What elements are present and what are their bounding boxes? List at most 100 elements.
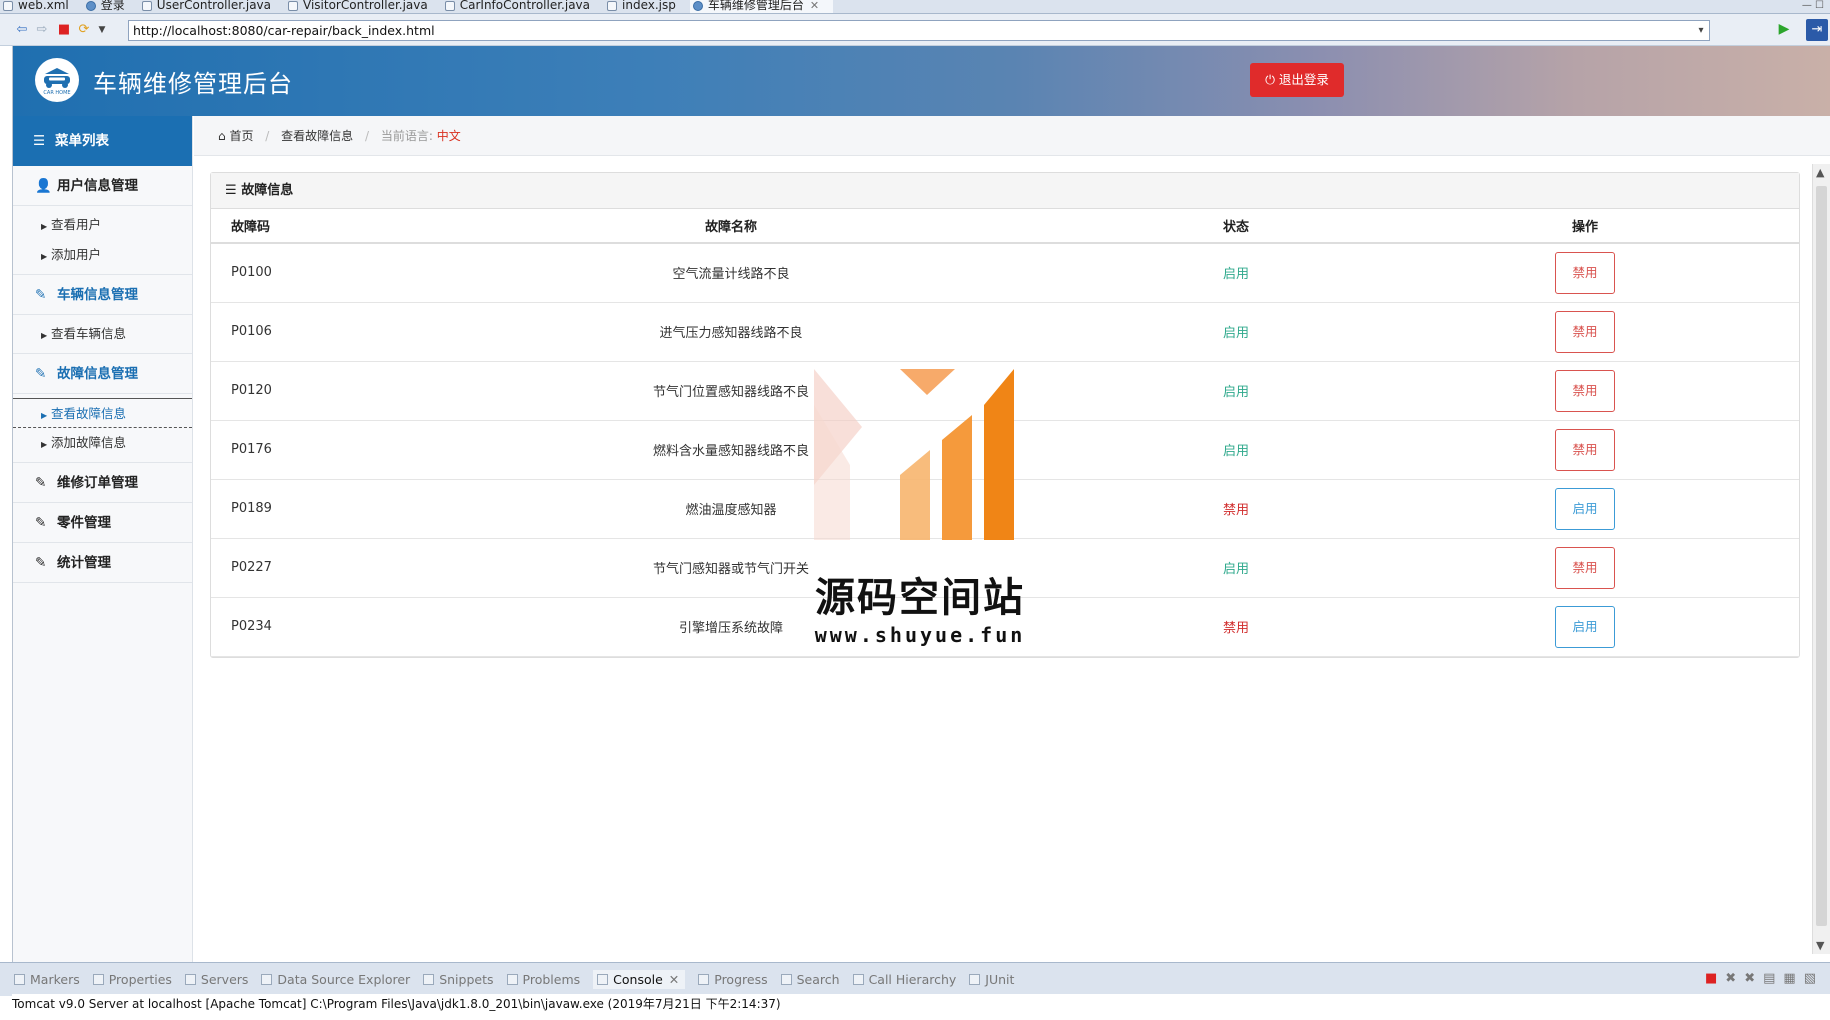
view-tab-console[interactable]: Console ✕ <box>593 970 686 989</box>
remove-all-icon[interactable]: ✖ <box>1744 971 1763 986</box>
servers-icon <box>184 974 196 985</box>
disable-button[interactable]: 禁用 <box>1555 310 1615 353</box>
disable-button[interactable]: 禁用 <box>1555 251 1615 294</box>
sidebar-item-view-faults[interactable]: ▶ 查看故障信息 <box>13 398 192 428</box>
view-tab-problems[interactable]: Problems <box>506 972 580 987</box>
sidebar-item-view-vehicles[interactable]: ▶ 查看车辆信息 <box>13 319 192 349</box>
refresh-icon[interactable]: ⟳ <box>76 22 92 38</box>
fault-table: 故障码 故障名称 状态 操作 P0100 空气流量计线路不良 启用 禁用 P01… <box>211 209 1799 657</box>
view-tab-properties[interactable]: Properties <box>92 972 172 987</box>
junit-icon <box>969 974 981 985</box>
view-tab-progress[interactable]: Progress <box>698 972 768 987</box>
fault-name: 燃料含水量感知器线路不良 <box>441 420 1021 480</box>
sidebar-group-repair-order[interactable]: ✎ 维修订单管理 <box>13 463 192 503</box>
editor-tab-web-xml[interactable]: web.xml <box>0 0 83 13</box>
caret-right-icon: ▶ <box>41 252 48 261</box>
logout-button[interactable]: ⏻ 退出登录 <box>1250 63 1344 97</box>
breadcrumb-home[interactable]: 首页 <box>229 129 253 143</box>
remove-launch-icon[interactable]: ✖ <box>1725 971 1744 986</box>
window-controls[interactable]: — ☐ <box>1802 0 1824 11</box>
fault-name: 空气流量计线路不良 <box>441 243 1021 303</box>
app-header: CAR HOME 车辆维修管理后台 ⏻ 退出登录 <box>13 46 1830 116</box>
sidebar-group-user[interactable]: 👤 用户信息管理 <box>13 166 192 206</box>
fault-status: 启用 <box>1021 538 1451 598</box>
close-icon[interactable]: ✕ <box>669 972 679 987</box>
view-tab-servers[interactable]: Servers <box>184 972 248 987</box>
console-icon <box>597 974 609 985</box>
disable-button[interactable]: 禁用 <box>1555 546 1615 589</box>
view-tab-data-source-explorer[interactable]: Data Source Explorer <box>261 972 410 987</box>
xml-file-icon <box>3 1 13 11</box>
disable-button[interactable]: 禁用 <box>1555 428 1615 471</box>
sidebar-item-view-users[interactable]: ▶ 查看用户 <box>13 210 192 240</box>
fault-code: P0120 <box>211 361 441 421</box>
sidebar-group-parts[interactable]: ✎ 零件管理 <box>13 503 192 543</box>
scrollbar-thumb[interactable] <box>1816 186 1827 926</box>
edit-icon: ✎ <box>35 475 47 491</box>
forward-arrow-icon[interactable]: ⇨ <box>34 22 50 38</box>
view-tab-markers[interactable]: Markers <box>14 972 80 987</box>
edit-icon: ✎ <box>35 555 47 571</box>
snippets-icon <box>423 974 435 985</box>
action-cell: 禁用 <box>1451 420 1799 480</box>
scroll-lock-icon[interactable]: ▦ <box>1783 971 1803 986</box>
fault-status: 禁用 <box>1021 479 1451 539</box>
vertical-scrollbar[interactable]: ▲ ▼ <box>1812 164 1830 954</box>
sidebar-sublist-fault: ▶ 查看故障信息 ▶ 添加故障信息 <box>13 394 192 463</box>
sidebar-group-fault[interactable]: ✎ 故障信息管理 <box>13 354 192 394</box>
enable-button[interactable]: 启用 <box>1555 605 1615 648</box>
sidebar: ☰ 菜单列表 👤 用户信息管理 ▶ 查看用户 ▶ 添加用户 ✎ 车辆信息管理 ▶ 查看车辆信… <box>13 116 193 962</box>
column-header-status: 状态 <box>1021 209 1451 244</box>
editor-tab-visitorcontroller[interactable]: VisitorController.java <box>285 0 442 13</box>
view-tab-search[interactable]: Search <box>780 972 840 987</box>
breadcrumb-current: 查看故障信息 <box>281 129 354 143</box>
fault-code: P0106 <box>211 302 441 362</box>
scroll-down-icon[interactable]: ▼ <box>1816 939 1824 952</box>
enable-button[interactable]: 启用 <box>1555 487 1615 530</box>
editor-tab-carinfocontroller[interactable]: CarInfoController.java <box>442 0 604 13</box>
history-dropdown-icon[interactable]: ▼ <box>94 22 110 38</box>
caret-right-icon: ▶ <box>41 411 48 420</box>
table-row: P0106 进气压力感知器线路不良 启用 禁用 <box>211 302 1799 362</box>
open-external-icon[interactable]: ⇥ <box>1806 19 1828 41</box>
fault-code: P0234 <box>211 597 441 657</box>
disable-button[interactable]: 禁用 <box>1555 369 1615 412</box>
view-tab-junit[interactable]: JUnit <box>969 972 1014 987</box>
go-play-icon[interactable]: ▶ <box>1776 21 1792 37</box>
sidebar-item-add-user[interactable]: ▶ 添加用户 <box>13 240 192 270</box>
action-cell: 禁用 <box>1451 361 1799 421</box>
view-tab-label: Search <box>796 972 840 987</box>
editor-tab-index-jsp[interactable]: index.jsp <box>604 0 690 13</box>
editor-tab-usercontroller[interactable]: UserController.java <box>139 0 285 13</box>
stop-icon[interactable]: ■ <box>56 22 72 38</box>
close-icon[interactable]: ✕ <box>810 0 819 12</box>
clear-console-icon[interactable]: ▤ <box>1763 971 1783 986</box>
editor-tab-admin[interactable]: 车辆维修管理后台 ✕ <box>689 0 834 13</box>
editor-tab-label: index.jsp <box>622 0 676 12</box>
url-input[interactable]: http://localhost:8080/car-repair/back_in… <box>128 20 1710 41</box>
problems-icon <box>506 974 518 985</box>
sidebar-group-label: 故障信息管理 <box>57 366 138 382</box>
menu-list-header: ☰ 菜单列表 <box>13 116 192 166</box>
search-icon <box>780 974 792 985</box>
view-tab-call-hierarchy[interactable]: Call Hierarchy <box>852 972 956 987</box>
sidebar-item-add-fault[interactable]: ▶ 添加故障信息 <box>13 428 192 458</box>
scroll-up-icon[interactable]: ▲ <box>1816 166 1824 179</box>
logo-caption: CAR HOME <box>43 90 71 96</box>
fault-status: 启用 <box>1021 302 1451 362</box>
caret-right-icon: ▶ <box>41 222 48 231</box>
menu-list-title: 菜单列表 <box>55 133 109 149</box>
sidebar-group-vehicle[interactable]: ✎ 车辆信息管理 <box>13 275 192 315</box>
back-arrow-icon[interactable]: ⇦ <box>14 22 30 38</box>
terminate-icon[interactable]: ■ <box>1705 971 1725 986</box>
sidebar-group-statistics[interactable]: ✎ 统计管理 <box>13 543 192 583</box>
editor-tab-login[interactable]: 登录 <box>83 0 139 13</box>
breadcrumb-separator: / <box>265 129 270 143</box>
user-icon: 👤 <box>35 178 52 194</box>
language-value[interactable]: 中文 <box>437 129 461 143</box>
console-status-line: Tomcat v9.0 Server at localhost [Apache … <box>12 994 1830 1014</box>
car-logo: CAR HOME <box>35 58 79 102</box>
chevron-down-icon[interactable]: ▾ <box>1693 21 1709 40</box>
pin-console-icon[interactable]: ▧ <box>1804 971 1824 986</box>
view-tab-snippets[interactable]: Snippets <box>423 972 494 987</box>
